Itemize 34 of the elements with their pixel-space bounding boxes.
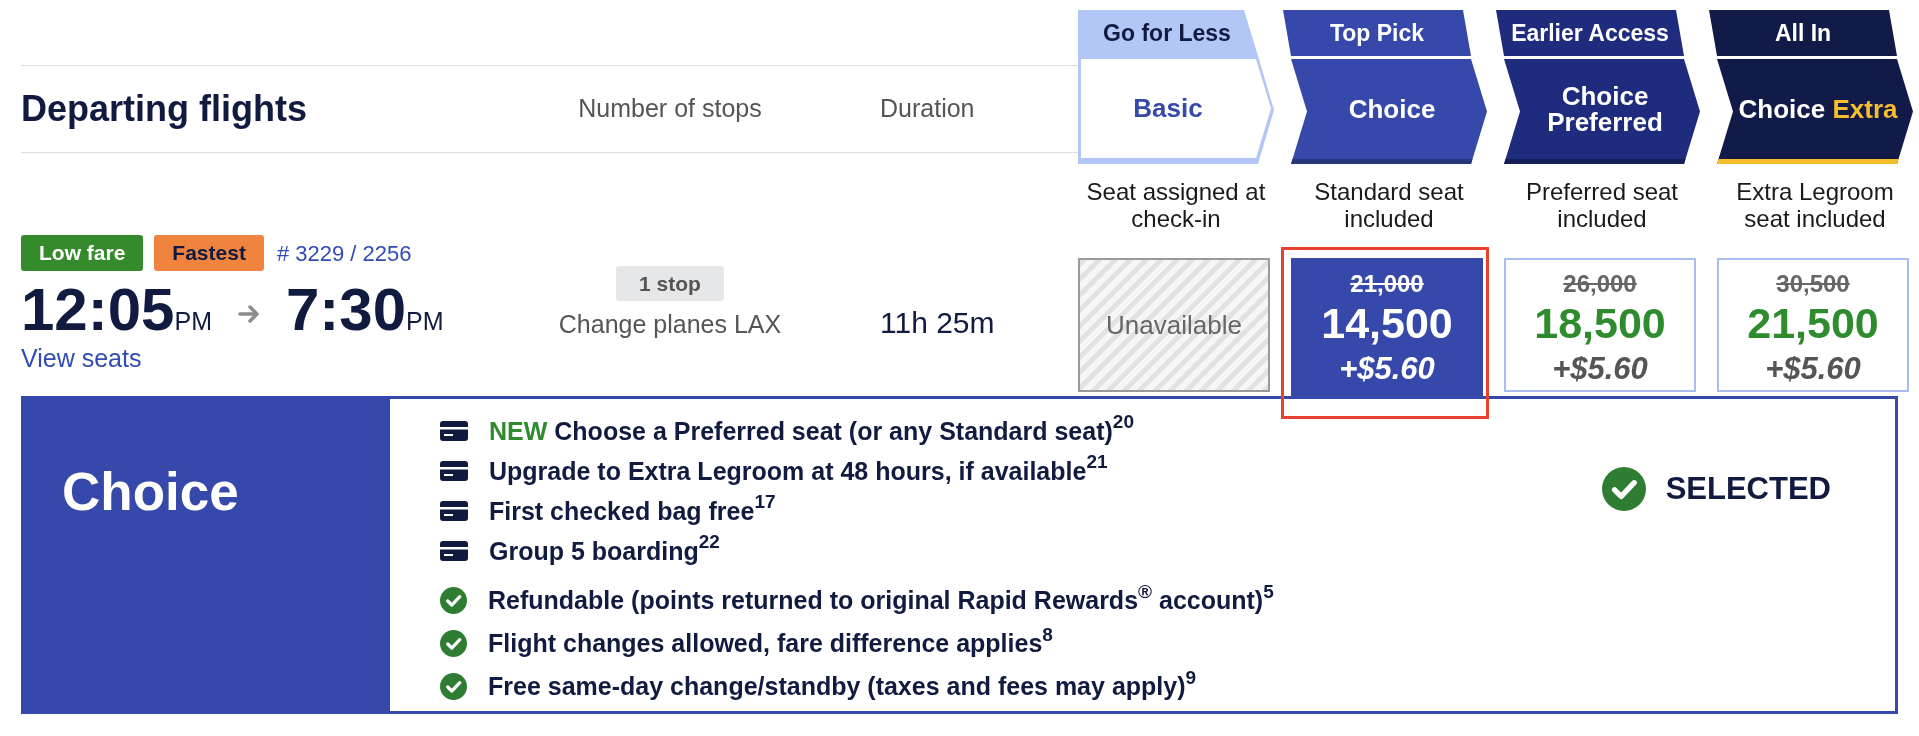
fare-description: Extra Legroom seat included	[1735, 178, 1895, 232]
fare-price-option[interactable]: 21,000 14,500 +$5.60	[1291, 258, 1483, 396]
fare-name-header: Basic	[1078, 56, 1274, 164]
fare-price-option[interactable]: 26,000 18,500 +$5.60	[1504, 258, 1696, 392]
arrival-time: 7:30	[285, 280, 407, 340]
check-circle-icon	[440, 630, 467, 657]
section-title: Departing flights	[21, 91, 308, 127]
card-icon	[440, 421, 468, 441]
selected-status: SELECTED	[1665, 470, 1831, 508]
departure-time: 12:05	[21, 280, 175, 340]
flight-number-link[interactable]: # 3229 / 2256	[276, 236, 412, 270]
arrival-period: PM	[406, 306, 444, 337]
column-header: Duration	[879, 93, 976, 125]
card-icon	[440, 541, 468, 561]
flight-duration: 11h 25m	[880, 308, 996, 338]
arrow-right-icon	[237, 304, 260, 325]
fare-title: Choice	[62, 462, 240, 522]
fare-badge: Low fare	[21, 235, 144, 271]
check-circle-icon	[1601, 467, 1646, 512]
column-header: Number of stops	[578, 93, 762, 125]
fare-badge: Fastest	[154, 235, 264, 271]
card-icon	[440, 501, 468, 521]
stops-badge: 1 stop	[616, 266, 724, 301]
fare-price-option[interactable]: 30,500 21,500 +$5.60	[1717, 258, 1909, 392]
view-seats-link[interactable]: View seats	[21, 342, 142, 373]
check-circle-icon	[440, 673, 467, 700]
unavailable-fare-box: Unavailable	[1078, 258, 1270, 392]
check-circle-icon	[440, 587, 467, 614]
stop-detail: Change planes LAX	[558, 311, 782, 337]
fare-description: Preferred seat included	[1524, 178, 1680, 232]
departure-period: PM	[174, 306, 212, 337]
fare-description: Standard seat included	[1313, 178, 1465, 232]
card-icon	[440, 461, 468, 481]
fare-description: Seat assigned at check-in	[1085, 178, 1267, 232]
